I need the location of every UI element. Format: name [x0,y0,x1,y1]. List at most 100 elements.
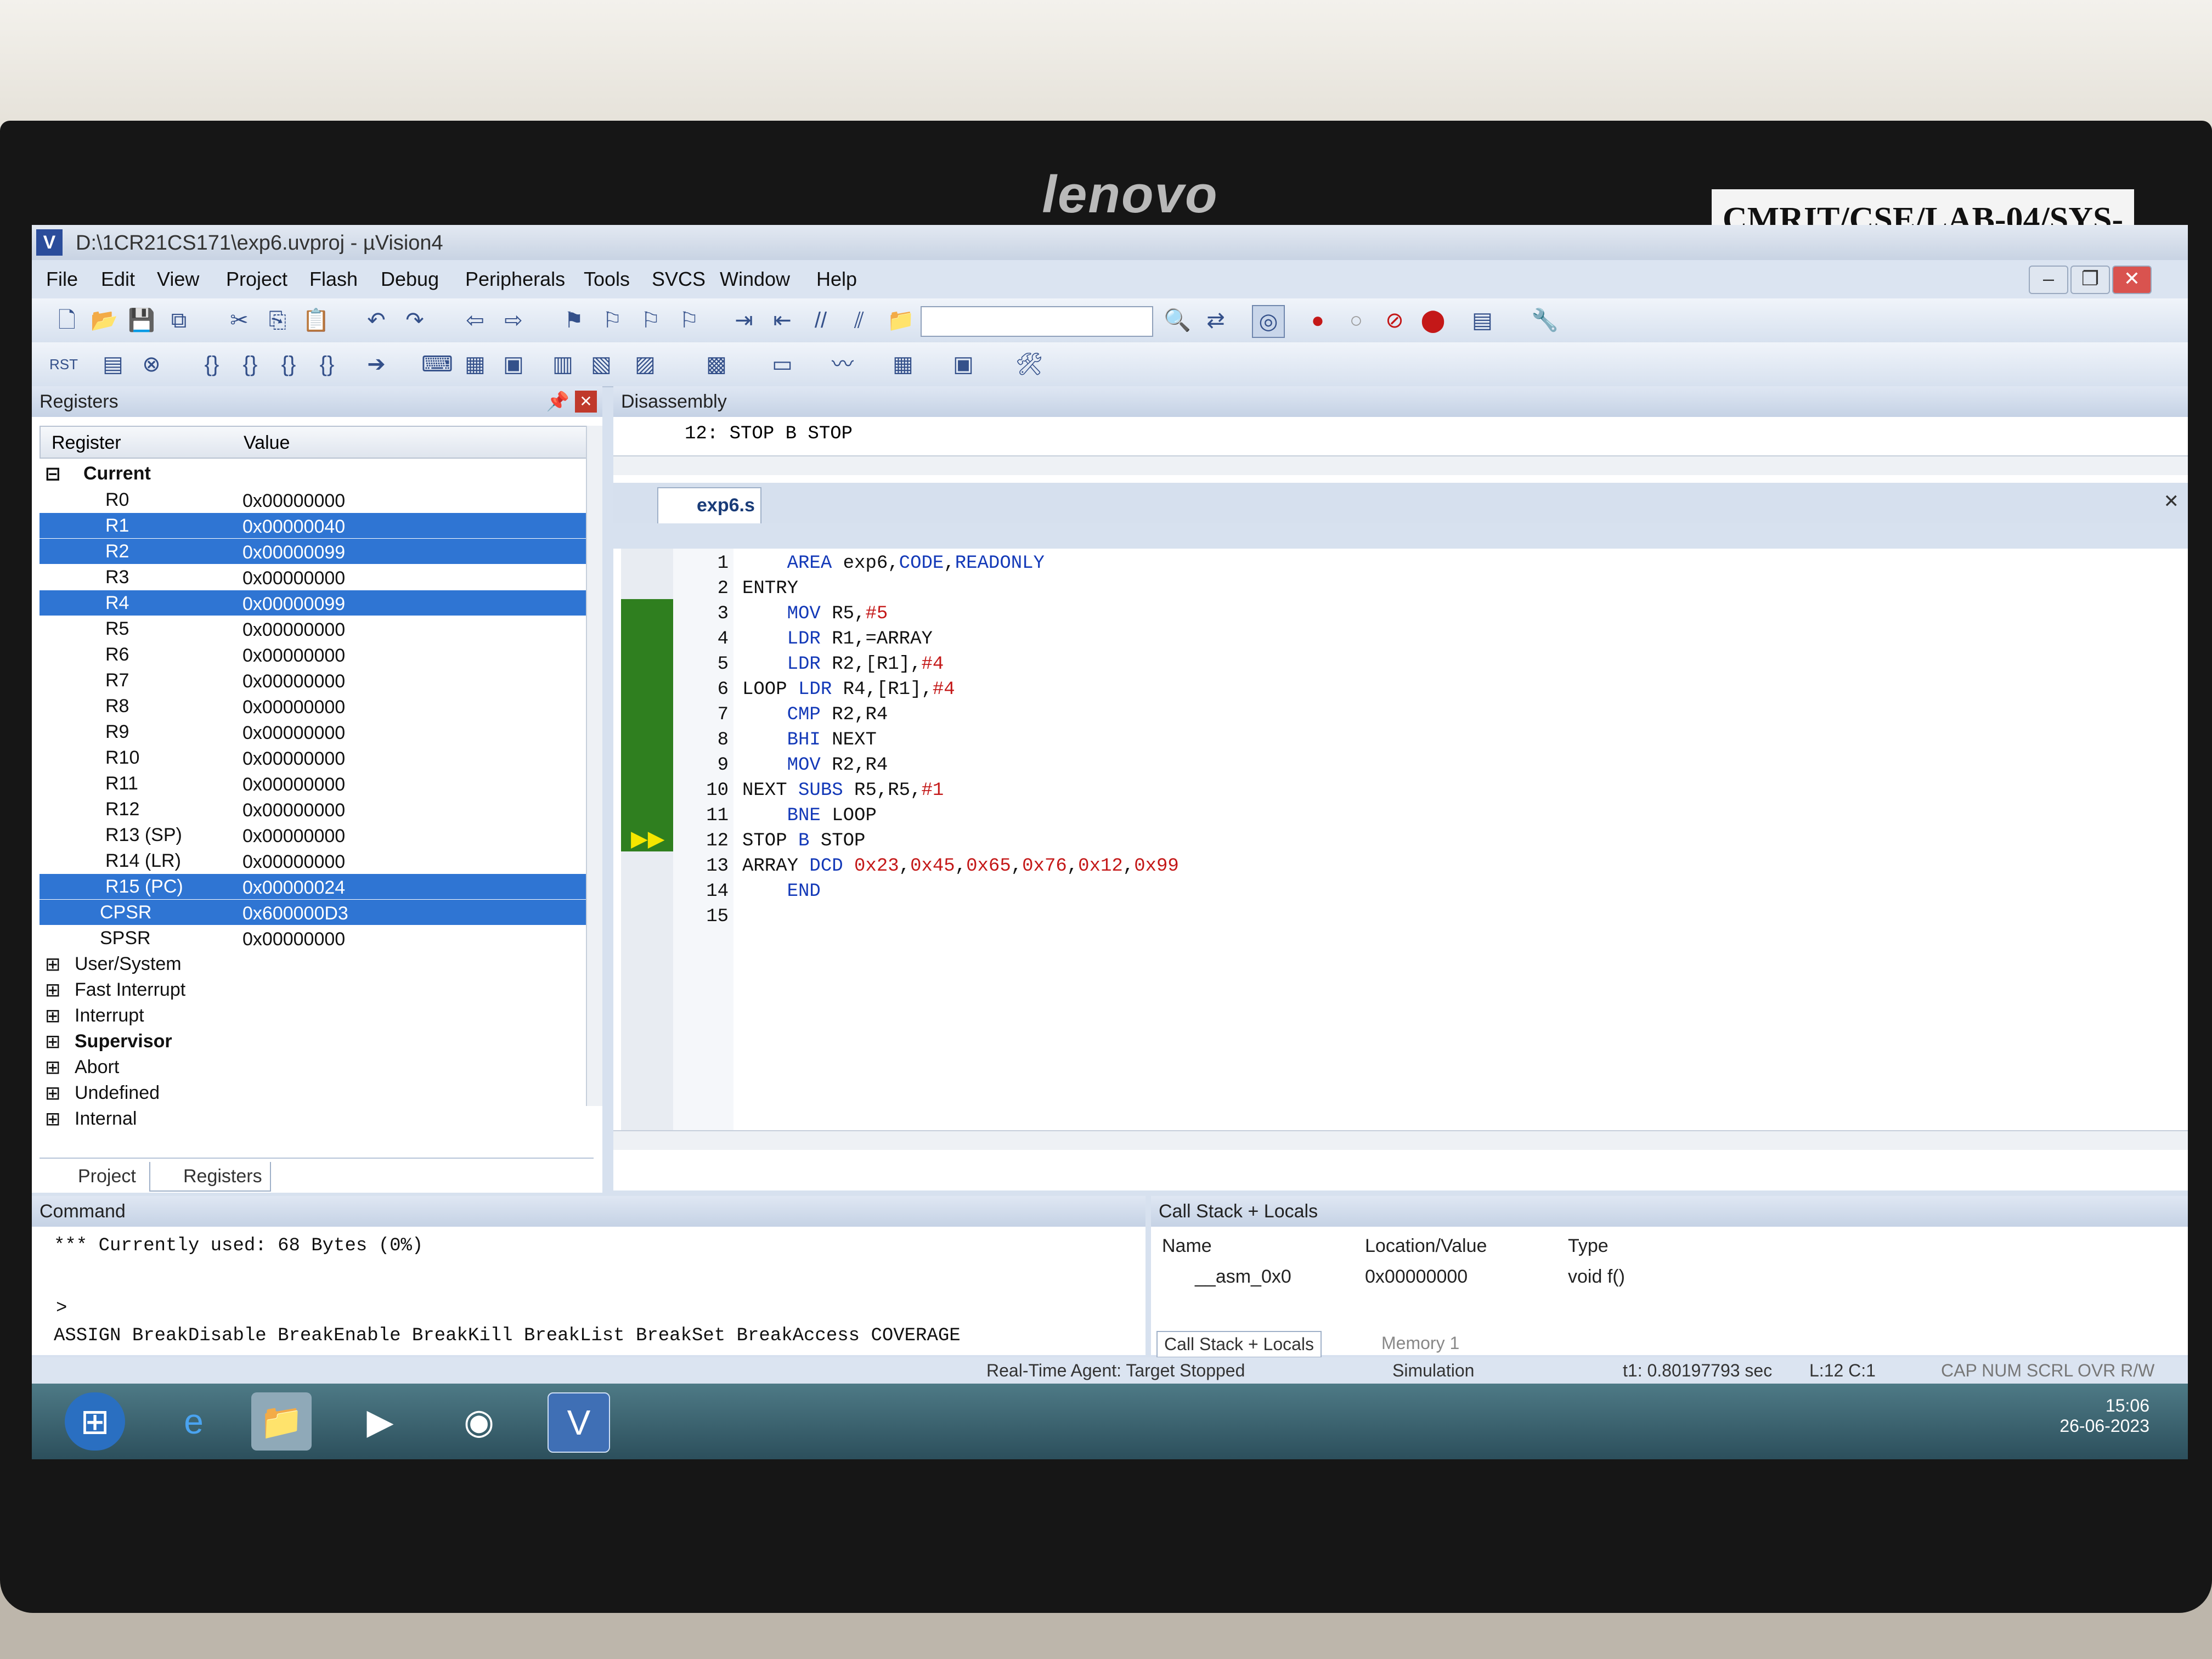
tab-registers[interactable]: Registers [149,1162,271,1192]
col-name[interactable]: Name [1162,1235,1212,1257]
code-line[interactable]: 5 LDR R2,[R1],#4 [613,654,2149,679]
code-line[interactable]: 15 [613,906,2149,932]
register-row[interactable]: R15 (PC) 0x00000024 [40,874,588,899]
menu-window[interactable]: Window [720,268,790,291]
find-combo[interactable] [921,306,1153,337]
start-button-icon[interactable]: ⊞ [65,1392,125,1451]
editor-hscroll[interactable] [613,1130,2188,1150]
disassembly-line[interactable]: 12: STOP B STOP [685,424,853,444]
menu-view[interactable]: View [157,268,199,291]
register-value[interactable]: 0x00000000 [242,851,345,873]
group-current[interactable]: ⊟ Current [40,461,588,486]
internet-explorer-icon[interactable]: e [163,1392,224,1451]
register-value[interactable]: 0x00000099 [242,542,345,563]
expand-icon[interactable]: ⊞ [45,1005,61,1027]
registers-scrollbar[interactable] [586,426,602,1106]
new-file-icon[interactable]: 🗋 [52,305,82,336]
register-value[interactable]: 0x00000000 [242,490,345,512]
code-editor[interactable]: ▶▶ 1 AREA exp6,CODE,READONLY 2 ENTRY 3 MOV … [613,549,2188,1190]
undo-icon[interactable]: ↶ [361,305,392,336]
code-line[interactable]: 4 LDR R1,=ARRAY [613,629,2149,654]
step-over-icon[interactable]: {} [235,349,266,380]
callstack-row[interactable]: __asm_0x0 0x00000000 void f() [1151,1260,2182,1290]
debug-session-icon[interactable]: ◎ [1252,305,1285,338]
tab-project[interactable]: Project [45,1162,144,1190]
command-window-icon[interactable]: ⌨ [421,349,453,380]
watch-window-icon[interactable]: ▨ [630,349,661,380]
restore-button[interactable]: ❐ [2070,266,2110,294]
code-line[interactable]: 6 LOOP LDR R4,[R1],#4 [613,679,2149,704]
code-line[interactable]: 2 ENTRY [613,578,2149,603]
register-group[interactable]: ⊞ Supervisor [40,1029,588,1054]
menu-help[interactable]: Help [816,268,857,291]
step-into-icon[interactable]: {} [196,349,227,380]
memory-window-icon[interactable]: ▩ [701,349,732,380]
expand-icon[interactable]: ⊞ [45,953,61,975]
register-group[interactable]: ⊞ Interrupt [40,1003,588,1028]
serial-window-icon[interactable]: ▭ [767,349,798,380]
expand-icon[interactable]: ⊞ [45,1108,61,1130]
register-row[interactable]: R4 0x00000099 [40,590,588,616]
code-line[interactable]: 11 BNE LOOP [613,805,2149,831]
symbols-window-icon[interactable]: ▣ [498,349,529,380]
call-stack-window-icon[interactable]: ▧ [586,349,617,380]
col-register[interactable]: Register [52,432,121,454]
close-panel-icon[interactable]: ✕ [575,391,597,413]
close-button[interactable]: ✕ [2112,266,2152,294]
kill-breakpoints-icon[interactable]: ⬤ [1418,305,1448,336]
register-row[interactable]: R2 0x00000099 [40,539,588,564]
menu-flash[interactable]: Flash [309,268,358,291]
cut-icon[interactable]: ✂ [224,305,255,336]
minimize-button[interactable]: – [2029,266,2068,294]
code-line[interactable]: 7 CMP R2,R4 [613,704,2149,730]
register-row[interactable]: R10 0x00000000 [40,745,588,770]
menu-edit[interactable]: Edit [101,268,135,291]
register-row[interactable]: R1 0x00000040 [40,513,588,538]
unindent-icon[interactable]: ⇤ [767,305,798,336]
register-value[interactable]: 0x00000000 [242,723,345,744]
col-value[interactable]: Value [244,432,290,454]
stop-icon[interactable]: ⊗ [136,349,167,380]
register-row[interactable]: R9 0x00000000 [40,719,588,744]
window-layout-icon[interactable]: ▤ [1467,305,1498,336]
close-editor-icon[interactable]: ✕ [2164,490,2180,512]
col-type[interactable]: Type [1568,1235,1609,1257]
disable-breakpoints-icon[interactable]: ⊘ [1379,305,1410,336]
expand-icon[interactable]: ⊞ [45,1082,61,1104]
show-next-statement-icon[interactable]: ➔ [361,349,392,380]
open-file-icon[interactable]: 📂 [89,305,120,336]
register-row[interactable]: R6 0x00000000 [40,642,588,667]
tab-exp6-s[interactable]: exp6.s [657,487,761,523]
code-line[interactable]: 8 BHI NEXT [613,730,2149,755]
nav-back-icon[interactable]: ⇦ [460,305,490,336]
media-player-icon[interactable]: ▶ [350,1392,410,1451]
register-row[interactable]: SPSR 0x00000000 [40,926,588,951]
register-row[interactable]: R8 0x00000000 [40,693,588,719]
code-line[interactable]: 9 MOV R2,R4 [613,755,2149,780]
nav-forward-icon[interactable]: ⇨ [498,305,529,336]
incremental-find-icon[interactable]: ⇄ [1200,305,1231,336]
expand-icon[interactable]: ⊞ [45,979,61,1001]
register-row[interactable]: R7 0x00000000 [40,668,588,693]
code-line[interactable]: 13 ARRAY DCD 0x23,0x45,0x65,0x76,0x12,0x9… [613,856,2149,881]
register-value[interactable]: 0x00000000 [242,619,345,641]
command-prompt[interactable]: > [56,1298,67,1319]
register-row[interactable]: R12 0x00000000 [40,797,588,822]
code-line[interactable]: 3 MOV R5,#5 [613,603,2149,629]
register-value[interactable]: 0x00000000 [242,568,345,589]
col-location-value[interactable]: Location/Value [1365,1235,1487,1257]
register-row[interactable]: R3 0x00000000 [40,565,588,590]
redo-icon[interactable]: ↷ [399,305,430,336]
save-all-icon[interactable]: ⧉ [163,305,194,336]
bookmark-clear-icon[interactable]: ⚐ [674,305,704,336]
disassembly-window-icon[interactable]: ▦ [460,349,490,380]
code-line[interactable]: 12 STOP B STOP [613,831,2149,856]
register-value[interactable]: 0x00000000 [242,645,345,667]
register-row[interactable]: R11 0x00000000 [40,771,588,796]
run-icon[interactable]: ▤ [98,349,128,380]
step-out-icon[interactable]: {} [273,349,304,380]
register-row[interactable]: R0 0x00000000 [40,487,588,512]
menu-svcs[interactable]: SVCS [652,268,706,291]
register-row[interactable]: R5 0x00000000 [40,616,588,641]
paste-icon[interactable]: 📋 [301,305,331,336]
